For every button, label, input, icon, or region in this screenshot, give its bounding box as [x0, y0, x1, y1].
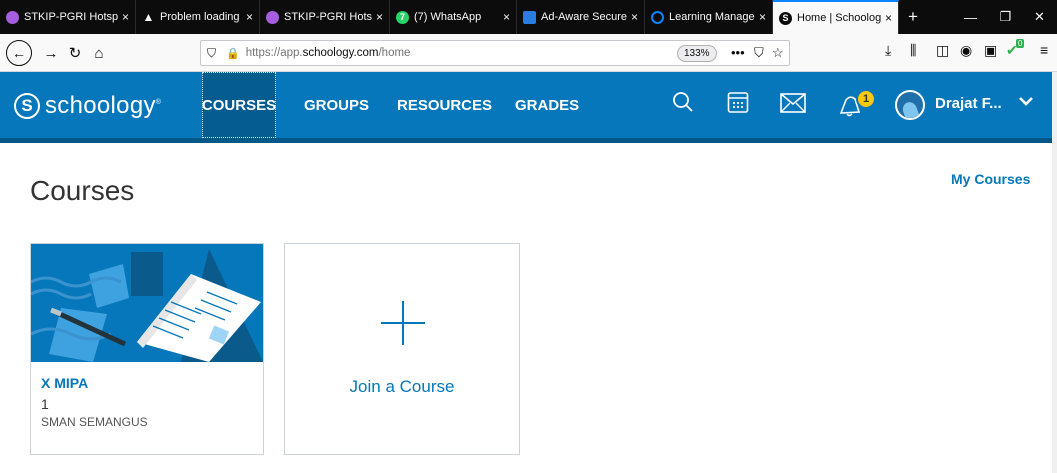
- join-course-card[interactable]: Join a Course: [284, 243, 520, 455]
- new-tab-button[interactable]: +: [899, 0, 927, 34]
- browser-tab-active[interactable]: S Home | Schoology ×: [773, 0, 899, 34]
- url-text: https://app.schoology.com/home: [245, 47, 411, 59]
- nav-resources[interactable]: RESOURCES: [397, 72, 492, 138]
- tab-title: STKIP-PGRI Hotspot: [284, 11, 372, 23]
- schoology-icon: S: [779, 11, 792, 25]
- course-name[interactable]: X MIPA: [41, 375, 88, 391]
- close-icon[interactable]: ×: [376, 10, 383, 24]
- library-icon[interactable]: ⫼: [910, 42, 916, 59]
- hotspot-icon: [6, 10, 19, 24]
- forward-button[interactable]: →: [38, 40, 64, 66]
- tab-title: Problem loading page: [160, 11, 242, 23]
- tab-title: Learning Management: [669, 11, 755, 23]
- schoology-logo-icon: S: [14, 93, 40, 119]
- course-card[interactable]: X MIPA 1 SMAN SEMANGUS: [30, 243, 264, 455]
- course-section: 1: [41, 396, 49, 412]
- browser-nav-bar: ← → ↻ ⌂ ⛉ 🔒 https://app.schoology.com/ho…: [0, 34, 1057, 72]
- join-course-label: Join a Course: [349, 377, 455, 396]
- page-title: Courses: [30, 175, 135, 206]
- restore-icon[interactable]: ❐: [988, 0, 1023, 34]
- hotspot-icon: [266, 10, 279, 24]
- tab-title: Ad-Aware SecureSearch: [541, 11, 627, 23]
- avatar[interactable]: [895, 90, 925, 120]
- reload-button[interactable]: ↻: [62, 40, 88, 66]
- nav-grades[interactable]: GRADES: [515, 72, 579, 138]
- browser-tab[interactable]: STKIP-PGRI Hotspot ×: [0, 0, 136, 34]
- menu-icon[interactable]: ≡: [1040, 42, 1048, 58]
- download-icon[interactable]: ⤓: [885, 42, 891, 59]
- shield-icon: [523, 10, 536, 24]
- screenshot-icon[interactable]: ▣: [984, 42, 997, 59]
- nav-courses[interactable]: COURSES: [202, 72, 276, 138]
- back-button[interactable]: ←: [6, 40, 32, 66]
- close-window-icon[interactable]: ✕: [1022, 0, 1057, 34]
- lock-icon[interactable]: 🔒: [226, 47, 240, 60]
- warning-icon: ▲: [142, 10, 155, 24]
- zoom-level[interactable]: 133%: [677, 45, 717, 62]
- url-bar[interactable]: ⛉ 🔒 https://app.schoology.com/home 133% …: [200, 40, 790, 66]
- messages-icon[interactable]: [780, 92, 806, 114]
- notification-badge: 1: [856, 89, 876, 109]
- calendar-icon[interactable]: [727, 90, 749, 114]
- nav-groups[interactable]: GROUPS: [304, 72, 369, 138]
- browser-tab-strip: STKIP-PGRI Hotspot × ▲ Problem loading p…: [0, 0, 1057, 34]
- circle-icon: [651, 10, 664, 24]
- browser-tab[interactable]: 7 (7) WhatsApp ×: [390, 0, 517, 34]
- scrollbar[interactable]: [1052, 72, 1057, 473]
- search-icon[interactable]: [672, 91, 694, 113]
- tab-title: Home | Schoology: [797, 12, 881, 24]
- schoology-logo[interactable]: S schoology®: [14, 92, 161, 120]
- user-name[interactable]: Drajat F...: [935, 95, 1002, 112]
- home-button[interactable]: ⌂: [86, 40, 112, 66]
- course-school: SMAN SEMANGUS: [41, 415, 148, 429]
- close-icon[interactable]: ×: [246, 10, 253, 24]
- pocket-icon[interactable]: ⛉: [754, 45, 764, 61]
- close-icon[interactable]: ×: [885, 11, 892, 25]
- close-icon[interactable]: ×: [631, 10, 638, 24]
- sidebar-icon[interactable]: ◫: [936, 42, 949, 59]
- shield-icon[interactable]: ⛉: [207, 46, 216, 61]
- page-actions-icon[interactable]: •••: [731, 45, 745, 60]
- browser-tab[interactable]: STKIP-PGRI Hotspot ×: [260, 0, 390, 34]
- tab-title: STKIP-PGRI Hotspot: [24, 11, 118, 23]
- close-icon[interactable]: ×: [503, 10, 510, 24]
- my-courses-link[interactable]: My Courses: [951, 171, 1030, 187]
- course-image[interactable]: [31, 244, 263, 362]
- chevron-down-icon[interactable]: [1018, 93, 1034, 114]
- close-icon[interactable]: ×: [122, 10, 129, 24]
- close-icon[interactable]: ×: [759, 10, 766, 24]
- whatsapp-icon: 7: [396, 10, 409, 24]
- logo-text: schoology®: [45, 92, 162, 119]
- plus-icon: [381, 301, 425, 345]
- bookmark-star-icon[interactable]: ☆: [772, 45, 784, 61]
- minimize-icon[interactable]: —: [953, 0, 988, 34]
- account-icon[interactable]: ◉: [960, 42, 972, 59]
- tab-title: (7) WhatsApp: [414, 11, 482, 23]
- extension-badge: 0: [1016, 39, 1025, 48]
- browser-tab[interactable]: Learning Management ×: [645, 0, 773, 34]
- browser-tab[interactable]: ▲ Problem loading page ×: [136, 0, 260, 34]
- browser-tab[interactable]: Ad-Aware SecureSearch ×: [517, 0, 645, 34]
